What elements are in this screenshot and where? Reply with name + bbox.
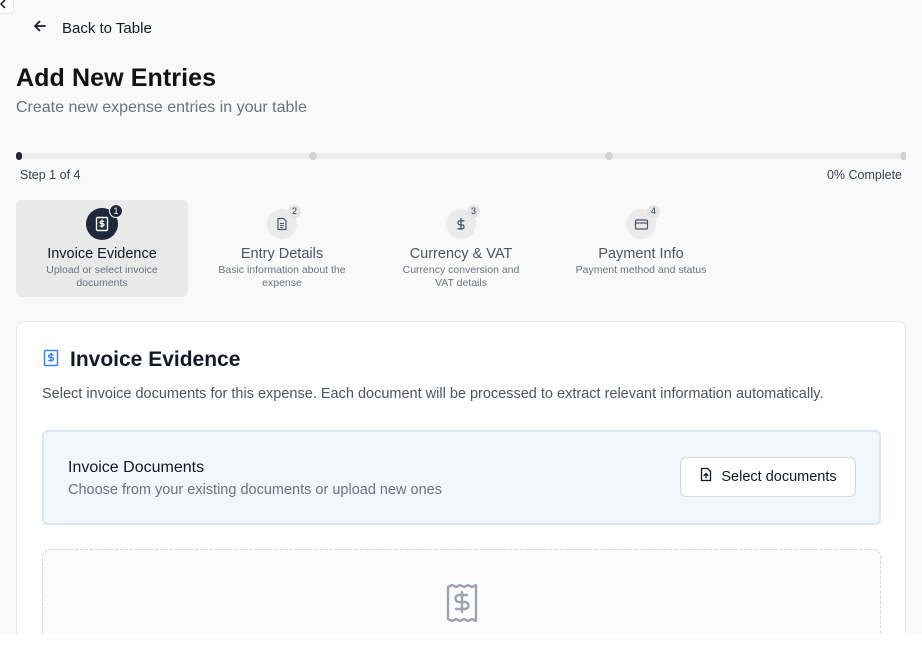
percent-complete: 0% Complete — [826, 168, 902, 182]
invoice-documents-panel: Invoice Documents Choose from your exist… — [42, 430, 881, 525]
step-title: Currency & VAT — [409, 246, 513, 262]
step-description: Payment method and status — [575, 264, 707, 276]
back-to-table-link[interactable]: Back to Table — [30, 16, 152, 40]
step-number-badge: 4 — [647, 205, 660, 218]
step-description: Upload or select invoice documents — [46, 264, 158, 289]
step-entry-details[interactable]: 2 Entry Details Basic information about … — [209, 200, 355, 297]
card-description: Select invoice documents for this expens… — [42, 386, 824, 402]
document-dropzone[interactable] — [42, 549, 881, 634]
progress-marker-step-3 — [605, 152, 613, 160]
page-viewport: Back to Table Add New Entries Create new… — [0, 0, 922, 634]
receipt-icon — [42, 349, 60, 372]
documents-title: Invoice Documents — [68, 459, 205, 476]
select-documents-button[interactable]: Select documents — [680, 457, 856, 497]
step-title: Invoice Evidence — [47, 246, 157, 262]
documents-subtitle: Choose from your existing documents or u… — [68, 482, 442, 498]
select-documents-label: Select documents — [721, 469, 837, 485]
file-upload-icon — [699, 467, 713, 487]
progress-track — [16, 153, 906, 159]
card-title: Invoice Evidence — [70, 348, 241, 371]
step-description: Basic information about the expense — [218, 264, 346, 289]
step-number-badge: 2 — [288, 205, 301, 218]
step-currency-vat[interactable]: 3 Currency & VAT Currency conversion and… — [386, 200, 536, 297]
step-title: Payment Info — [598, 246, 684, 262]
invoice-evidence-card: Invoice Evidence Select invoice document… — [16, 321, 906, 634]
progress-marker-step-2 — [309, 152, 317, 160]
step-invoice-evidence[interactable]: 1 Invoice Evidence Upload or select invo… — [16, 200, 188, 297]
step-payment-info[interactable]: 4 Payment Info Payment method and status — [566, 200, 716, 297]
progress-bar — [16, 152, 906, 160]
collapse-chevron-icon[interactable] — [0, 0, 14, 14]
step-number-badge: 3 — [467, 205, 480, 218]
card-header: Invoice Evidence — [42, 348, 240, 372]
step-number-badge: 1 — [109, 204, 123, 218]
receipt-icon — [445, 583, 479, 627]
back-link-label: Back to Table — [62, 19, 152, 37]
page-title: Add New Entries — [16, 64, 217, 92]
progress-marker-step-4 — [901, 152, 906, 160]
step-counter: Step 1 of 4 — [20, 168, 81, 182]
page-subtitle: Create new expense entries in your table — [16, 99, 307, 116]
step-description: Currency conversion and VAT details — [402, 264, 520, 289]
step-title: Entry Details — [240, 246, 324, 262]
arrow-left-icon — [30, 16, 50, 41]
progress-marker-step-1 — [16, 152, 22, 160]
stepper: 1 Invoice Evidence Upload or select invo… — [16, 200, 736, 297]
